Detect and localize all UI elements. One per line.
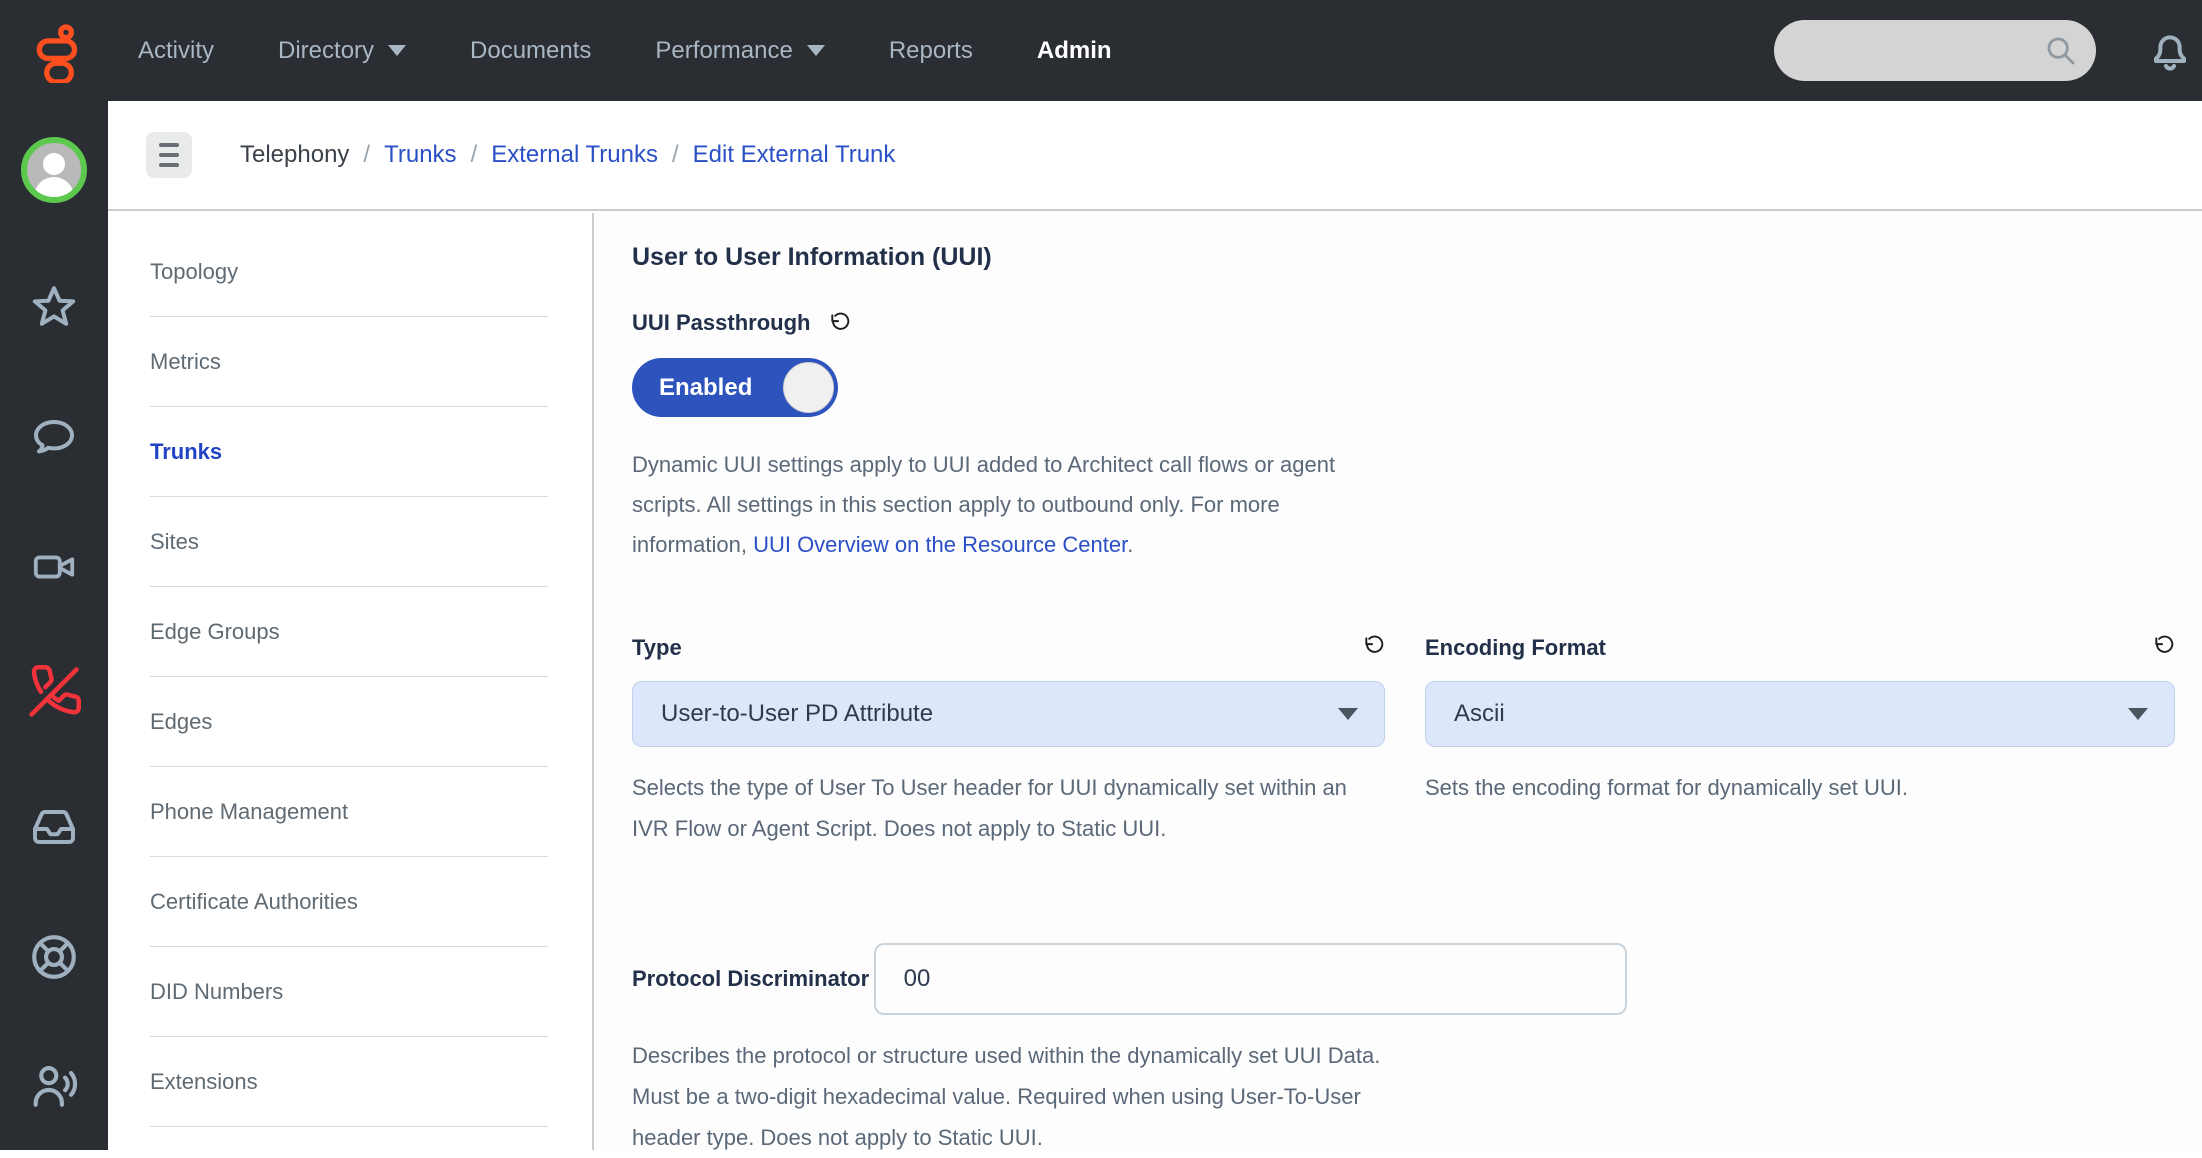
encoding-help-text: Sets the encoding format for dynamically… bbox=[1425, 767, 2175, 808]
reset-icon[interactable] bbox=[2152, 635, 2175, 658]
protocol-help-text: Describes the protocol or structure used… bbox=[632, 1035, 1402, 1158]
protocol-discriminator-input[interactable] bbox=[874, 943, 1627, 1015]
breadcrumb: Telephony / Trunks / External Trunks / E… bbox=[240, 141, 895, 169]
uui-description: Dynamic UUI settings apply to UUI added … bbox=[632, 445, 1394, 565]
edit-external-trunk-panel: User to User Information (UUI) UUI Passt… bbox=[594, 213, 2202, 1150]
encoding-field-group: Encoding Format Ascii Sets the encoding … bbox=[1425, 635, 2175, 849]
sidebar-item-certificate-authorities[interactable]: Certificate Authorities bbox=[150, 857, 548, 947]
sidebar-item-edges[interactable]: Edges bbox=[150, 677, 548, 767]
breadcrumb-link-trunks[interactable]: Trunks bbox=[384, 141, 456, 169]
reset-icon[interactable] bbox=[1362, 635, 1385, 658]
avatar-person-icon bbox=[43, 153, 65, 175]
type-select[interactable]: User-to-User PD Attribute bbox=[632, 681, 1385, 747]
sidebar-item-sites[interactable]: Sites bbox=[150, 497, 548, 587]
chevron-down-icon bbox=[2128, 708, 2148, 720]
section-title: User to User Information (UUI) bbox=[632, 243, 2175, 272]
uui-passthrough-toggle[interactable]: Enabled bbox=[632, 358, 838, 417]
nav-item-performance[interactable]: Performance bbox=[655, 37, 824, 65]
phone-off-icon[interactable] bbox=[27, 665, 81, 719]
telephony-sidebar: Topology Metrics Trunks Sites Edge Group… bbox=[108, 213, 592, 1150]
type-selected-value: User-to-User PD Attribute bbox=[661, 700, 1338, 728]
chevron-down-icon bbox=[1338, 708, 1358, 720]
toggle-knob[interactable] bbox=[783, 362, 834, 413]
breadcrumb-link-external-trunks[interactable]: External Trunks bbox=[491, 141, 658, 169]
inbox-icon[interactable] bbox=[30, 803, 78, 851]
breadcrumb-section: Telephony bbox=[240, 141, 349, 169]
protocol-discriminator-label: Protocol Discriminator bbox=[632, 966, 869, 991]
breadcrumb-bar: Telephony / Trunks / External Trunks / E… bbox=[108, 101, 2202, 211]
left-icon-rail bbox=[0, 101, 108, 1150]
nav-item-admin[interactable]: Admin bbox=[1037, 37, 1112, 65]
uui-passthrough-label: UUI Passthrough bbox=[632, 310, 810, 336]
sidebar-item-edge-groups[interactable]: Edge Groups bbox=[150, 587, 548, 677]
nav-item-documents[interactable]: Documents bbox=[470, 37, 591, 65]
top-nav: Activity Directory Documents Performance… bbox=[0, 0, 2202, 101]
chevron-down-icon bbox=[388, 45, 406, 56]
favorites-star-icon[interactable] bbox=[30, 283, 78, 331]
video-camera-icon[interactable] bbox=[31, 544, 77, 590]
primary-nav: Activity Directory Documents Performance… bbox=[138, 37, 1112, 65]
user-avatar[interactable] bbox=[21, 137, 87, 203]
nav-item-reports[interactable]: Reports bbox=[889, 37, 973, 65]
reset-icon[interactable] bbox=[828, 312, 851, 335]
type-label: Type bbox=[632, 635, 682, 661]
help-wheel-icon[interactable] bbox=[29, 932, 79, 982]
protocol-discriminator-group: Protocol Discriminator Describes the pro… bbox=[632, 921, 2175, 1158]
search-icon[interactable] bbox=[2044, 34, 2078, 68]
uui-overview-link[interactable]: UUI Overview on the Resource Center bbox=[753, 532, 1127, 557]
sidebar-item-phone-management[interactable]: Phone Management bbox=[150, 767, 548, 857]
toggle-state-label: Enabled bbox=[659, 374, 752, 402]
sidebar-item-metrics[interactable]: Metrics bbox=[150, 317, 548, 407]
nav-item-activity[interactable]: Activity bbox=[138, 37, 214, 65]
type-field-group: Type User-to-User PD Attribute Selects t… bbox=[632, 635, 1385, 849]
chevron-down-icon bbox=[807, 45, 825, 56]
agent-speaking-icon[interactable] bbox=[29, 1060, 79, 1110]
nav-item-directory[interactable]: Directory bbox=[278, 37, 406, 65]
encoding-selected-value: Ascii bbox=[1454, 700, 2128, 728]
search-input[interactable] bbox=[1800, 37, 2044, 65]
encoding-format-label: Encoding Format bbox=[1425, 635, 1606, 661]
breadcrumb-link-edit-external-trunk[interactable]: Edit External Trunk bbox=[693, 141, 896, 169]
notifications-bell-icon[interactable] bbox=[2146, 24, 2194, 78]
sidebar-item-topology[interactable]: Topology bbox=[150, 227, 548, 317]
sidebar-item-did-numbers[interactable]: DID Numbers bbox=[150, 947, 548, 1037]
sidebar-item-extensions[interactable]: Extensions bbox=[150, 1037, 548, 1127]
menu-toggle-button[interactable] bbox=[146, 132, 192, 178]
encoding-format-select[interactable]: Ascii bbox=[1425, 681, 2175, 747]
genesys-logo-icon[interactable] bbox=[26, 19, 90, 83]
avatar-online-ring bbox=[21, 137, 87, 203]
global-search[interactable] bbox=[1774, 20, 2096, 81]
chat-bubble-icon[interactable] bbox=[30, 413, 78, 461]
type-help-text: Selects the type of User To User header … bbox=[632, 767, 1385, 849]
sidebar-item-trunks[interactable]: Trunks bbox=[150, 407, 548, 497]
